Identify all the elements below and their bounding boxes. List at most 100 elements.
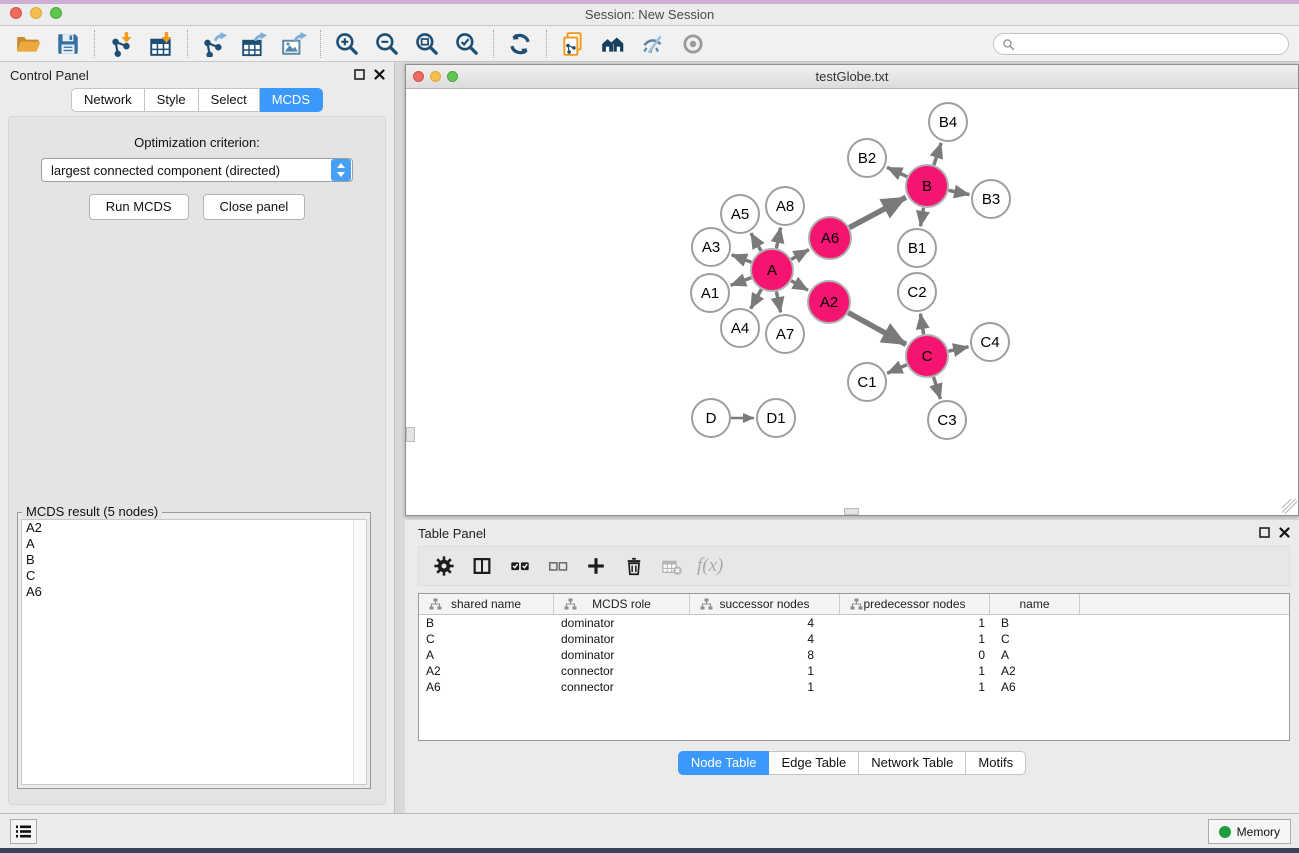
graph-node-A1[interactable]: A1 [691,274,729,312]
table-cell[interactable]: A6 [990,679,1080,695]
edge-C-C1[interactable] [887,365,907,374]
search-input[interactable] [1020,37,1280,51]
table-cell[interactable]: 1 [690,663,840,679]
column-header-shared-name[interactable]: shared name [419,594,554,614]
refresh-button[interactable] [500,29,540,59]
graph-node-A7[interactable]: A7 [766,315,804,353]
table-cell[interactable]: 1 [840,663,990,679]
import-table-button[interactable] [141,29,181,59]
graph-node-B3[interactable]: B3 [972,180,1010,218]
close-panel-icon[interactable] [373,68,386,81]
table-cell[interactable]: 0 [840,647,990,663]
graph-node-B1[interactable]: B1 [898,229,936,267]
graph-node-C1[interactable]: C1 [848,363,886,401]
delete-row-button[interactable] [617,551,651,581]
tab-node-table[interactable]: Node Table [678,751,770,775]
table-cell[interactable]: 4 [690,615,840,631]
run-mcds-button[interactable]: Run MCDS [89,194,189,220]
edge-A-A5[interactable] [751,233,761,251]
column-header-name[interactable]: name [990,594,1080,614]
vertical-scroll-thumb[interactable] [406,427,415,442]
table-cell[interactable]: dominator [554,647,690,663]
graph-node-D[interactable]: D [692,399,730,437]
zoom-fit-button[interactable] [407,29,447,59]
edge-A-A3[interactable] [732,255,752,262]
graph-node-C[interactable]: C [906,335,948,377]
graph-node-C3[interactable]: C3 [928,401,966,439]
graph-node-A8[interactable]: A8 [766,187,804,225]
column-header-MCDS-role[interactable]: MCDS role [554,594,690,614]
search-field[interactable] [993,33,1289,55]
table-cell[interactable]: A [990,647,1080,663]
column-header-successor-nodes[interactable]: successor nodes [690,594,840,614]
edge-A-A6[interactable] [791,250,809,260]
table-cell[interactable]: C [990,631,1080,647]
zoom-in-button[interactable] [327,29,367,59]
export-image-button[interactable] [274,29,314,59]
zoom-out-button[interactable] [367,29,407,59]
table-cell[interactable]: 1 [840,615,990,631]
graph-node-A[interactable]: A [751,249,793,291]
result-list-item[interactable]: A2 [22,520,366,536]
zoom-selected-button[interactable] [447,29,487,59]
criterion-dropdown[interactable]: largest connected component (directed) [41,158,353,182]
add-row-button[interactable] [579,551,613,581]
edge-B-B2[interactable] [887,167,907,176]
settings-button[interactable] [427,551,461,581]
edge-A-A2[interactable] [791,281,808,290]
table-cell[interactable]: dominator [554,631,690,647]
select-all-button[interactable] [503,551,537,581]
table-cell[interactable]: 8 [690,647,840,663]
graph-node-B4[interactable]: B4 [929,103,967,141]
table-cell[interactable]: 4 [690,631,840,647]
result-list-item[interactable]: A [22,536,366,552]
table-row[interactable]: Cdominator41C [419,631,1289,647]
close-panel-button[interactable]: Close panel [203,194,306,220]
edge-A6-B[interactable] [849,197,905,227]
graph-node-A5[interactable]: A5 [721,195,759,233]
edge-B-B1[interactable] [921,208,924,227]
network-window-titlebar[interactable]: testGlobe.txt [406,65,1298,89]
graph-node-A4[interactable]: A4 [721,309,759,347]
graph-node-B[interactable]: B [906,165,948,207]
table-cell[interactable]: A [419,647,554,663]
table-cell[interactable]: 1 [840,679,990,695]
show-panels-button[interactable] [10,819,37,844]
table-cell[interactable]: B [419,615,554,631]
import-network-button[interactable] [101,29,141,59]
float-panel-icon[interactable] [353,68,366,81]
edge-A-A4[interactable] [751,289,762,308]
graph-node-A6[interactable]: A6 [809,217,851,259]
mcds-result-list[interactable]: A2ABCA6 [21,519,367,785]
edge-B-B3[interactable] [949,190,970,194]
tab-motifs[interactable]: Motifs [966,751,1026,775]
save-session-button[interactable] [48,29,88,59]
table-cell[interactable]: A2 [990,663,1080,679]
export-network-button[interactable] [194,29,234,59]
columns-button[interactable] [465,551,499,581]
tab-style[interactable]: Style [145,88,199,112]
result-list-item[interactable]: B [22,552,366,568]
edge-C-C2[interactable] [920,314,923,335]
tab-select[interactable]: Select [199,88,260,112]
table-close-panel-icon[interactable] [1278,526,1291,539]
first-neighbors-button[interactable] [593,29,633,59]
hide-selected-button[interactable] [633,29,673,59]
window-resize-grip[interactable] [1282,499,1297,514]
table-cell[interactable]: dominator [554,615,690,631]
tab-network-table[interactable]: Network Table [859,751,966,775]
graph-node-C2[interactable]: C2 [898,273,936,311]
table-row[interactable]: A6connector11A6 [419,679,1289,695]
tab-network[interactable]: Network [71,88,145,112]
edge-A-A8[interactable] [776,228,780,249]
network-canvas[interactable]: AA1A2A3A4A5A6A7A8BB1B2B3B4CC1C2C3C4DD1 [406,89,1298,515]
table-cell[interactable]: A2 [419,663,554,679]
edge-A2-C[interactable] [848,313,906,345]
clone-network-button[interactable] [553,29,593,59]
table-cell[interactable]: A6 [419,679,554,695]
edge-C-C3[interactable] [934,377,941,399]
show-all-button[interactable] [673,29,713,59]
open-file-button[interactable] [8,29,48,59]
table-cell[interactable]: 1 [840,631,990,647]
graph-node-B2[interactable]: B2 [848,139,886,177]
